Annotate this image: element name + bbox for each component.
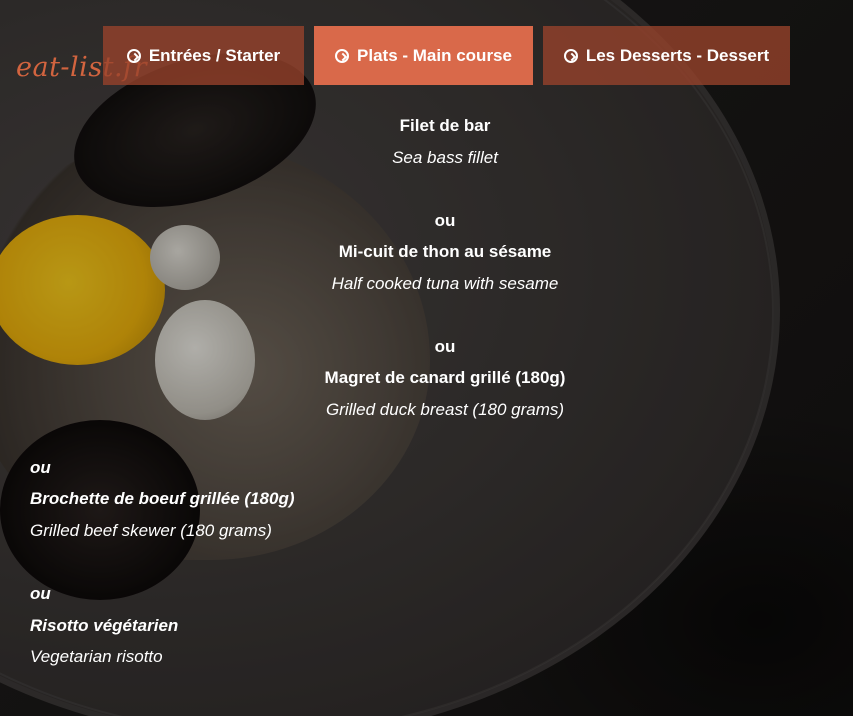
tab-label: Entrées / Starter [148, 45, 281, 65]
dish-name-fr: Mi-cuit de thon au sésame [338, 242, 552, 261]
tab-dessert[interactable]: Les Desserts - Dessert [543, 26, 790, 85]
course-tabs: Entrées / Starter Plats - Main course Le… [0, 26, 853, 85]
separator-or: ou [30, 458, 51, 477]
tab-starter[interactable]: Entrées / Starter [103, 26, 304, 85]
dish-name-en: Grilled duck breast (180 grams) [325, 400, 565, 419]
dish-name-en: Grilled beef skewer (180 grams) [30, 521, 272, 540]
separator-or: ou [30, 584, 51, 603]
dish-name-fr: Filet de bar [399, 116, 491, 135]
chevron-circle-icon [335, 48, 350, 63]
separator-or: ou [434, 211, 456, 230]
dish-name-fr: Risotto végétarien [30, 616, 179, 635]
chevron-circle-icon [563, 48, 578, 63]
tab-main-course[interactable]: Plats - Main course [314, 26, 533, 85]
background-photo [0, 0, 853, 716]
tab-label: Plats - Main course [357, 45, 512, 65]
tab-label: Les Desserts - Dessert [585, 45, 770, 65]
dish-name-fr: Brochette de boeuf grillée (180g) [30, 489, 295, 508]
dish-name-en: Sea bass fillet [392, 148, 498, 167]
separator-or: ou [434, 337, 456, 356]
dark-overlay [0, 0, 853, 716]
dish-name-en: Vegetarian risotto [30, 647, 163, 666]
dish-name-fr: Magret de canard grillé (180g) [324, 368, 566, 387]
chevron-circle-icon [126, 48, 141, 63]
dish-name-en: Half cooked tuna with sesame [331, 274, 559, 293]
